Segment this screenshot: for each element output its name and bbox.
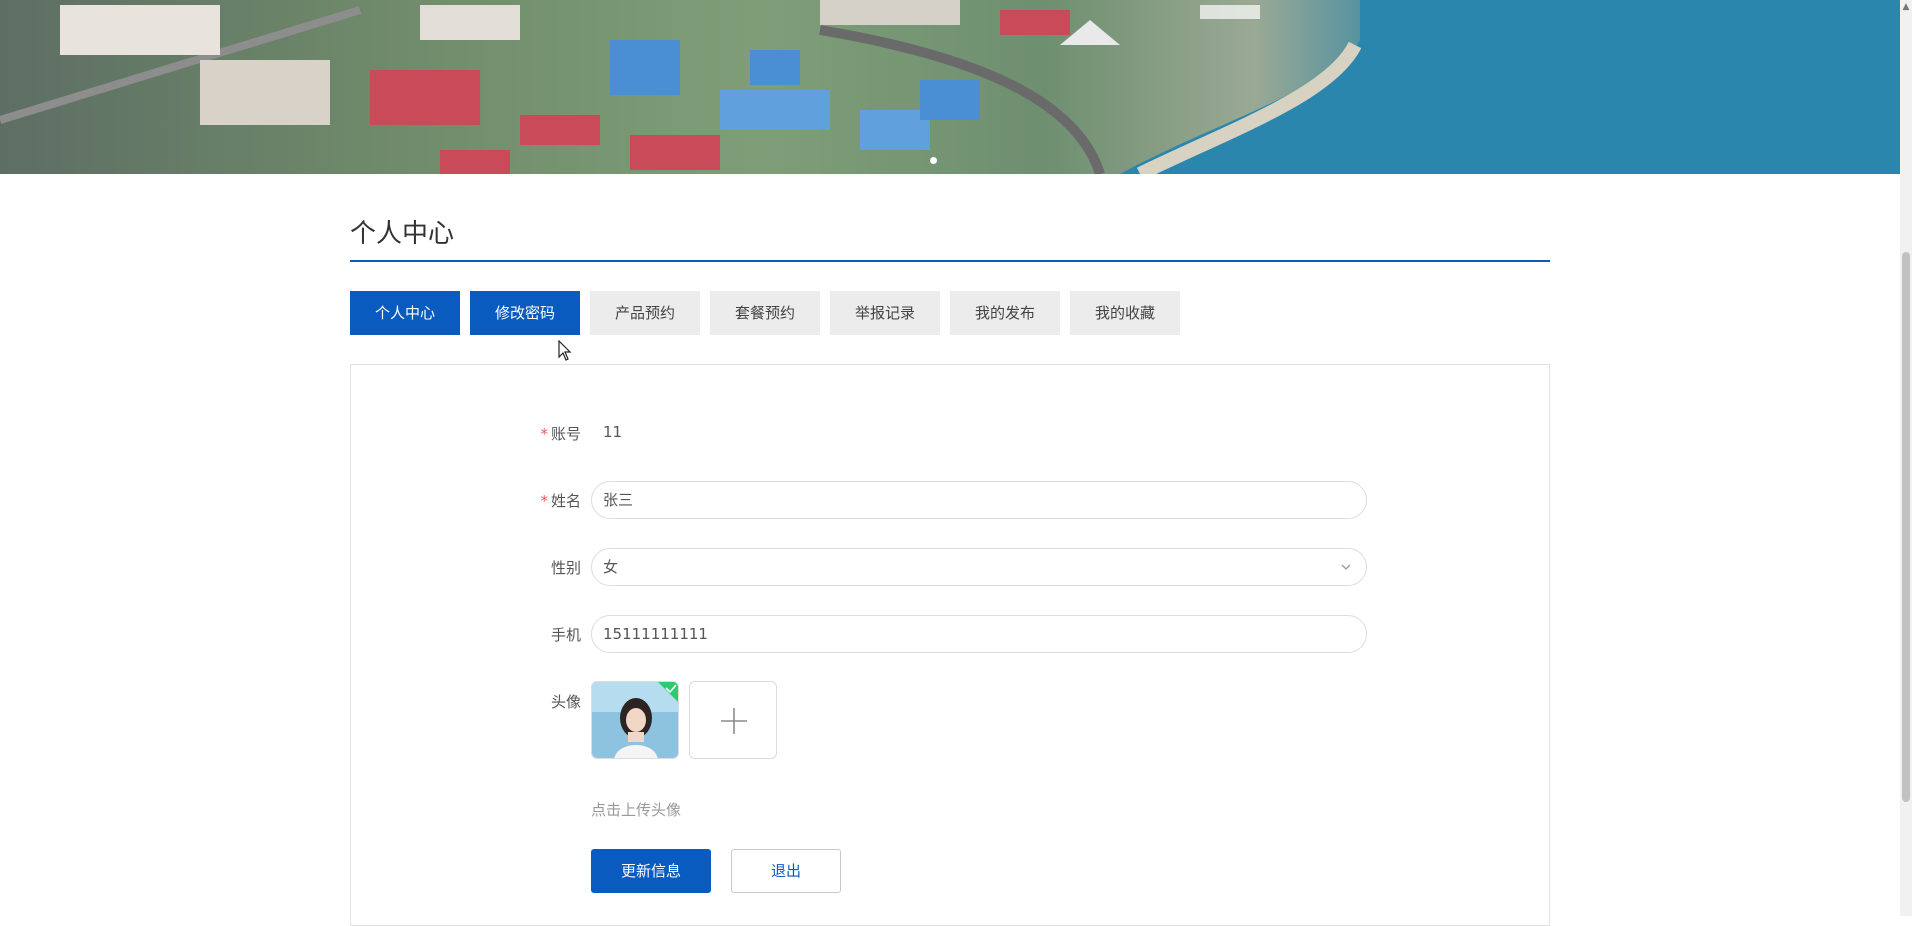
- tab-product-booking[interactable]: 产品预约: [590, 291, 700, 335]
- avatar-upload-button[interactable]: [689, 681, 777, 759]
- carousel-dot[interactable]: [930, 157, 937, 164]
- chevron-down-icon: [1341, 564, 1351, 570]
- scroll-up-arrow-icon[interactable]: ▲: [1900, 0, 1912, 14]
- avatar-thumbnail[interactable]: [591, 681, 679, 759]
- avatar-upload-hint: 点击上传头像: [591, 801, 682, 819]
- gender-selected-value: 女: [603, 558, 619, 576]
- required-mark: *: [540, 425, 548, 443]
- avatar-image: [592, 682, 678, 758]
- tab-package-booking[interactable]: 套餐预约: [710, 291, 820, 335]
- phone-input[interactable]: 15111111111: [591, 615, 1367, 653]
- update-info-button[interactable]: 更新信息: [591, 849, 711, 893]
- profile-form-panel: * 账号 11 * 姓名 张三 性别 女 手机 15111111111 头像 点击上…: [350, 364, 1550, 926]
- mouse-cursor-icon: [558, 340, 572, 361]
- plus-icon: [721, 708, 747, 734]
- page-title: 个人中心: [350, 214, 1550, 262]
- account-value: 11: [603, 423, 623, 441]
- gender-select[interactable]: 女: [591, 548, 1367, 586]
- name-label: * 姓名: [540, 492, 581, 510]
- tab-report-records[interactable]: 举报记录: [830, 291, 940, 335]
- logout-button[interactable]: 退出: [731, 849, 841, 893]
- tab-my-posts[interactable]: 我的发布: [950, 291, 1060, 335]
- required-mark: *: [540, 492, 548, 510]
- name-input[interactable]: 张三: [591, 481, 1367, 519]
- gender-label: 性别: [550, 559, 581, 577]
- phone-label: 手机: [550, 626, 581, 644]
- tab-personal-center[interactable]: 个人中心: [350, 291, 460, 335]
- account-label: * 账号: [540, 425, 581, 443]
- avatar-label: 头像: [550, 693, 581, 711]
- tab-my-favorites[interactable]: 我的收藏: [1070, 291, 1180, 335]
- tab-change-password[interactable]: 修改密码: [470, 291, 580, 335]
- banner-image: [0, 0, 1900, 174]
- hero-banner: [0, 0, 1900, 174]
- scrollbar-thumb[interactable]: [1902, 252, 1910, 802]
- page-scrollbar[interactable]: ▲: [1900, 0, 1912, 916]
